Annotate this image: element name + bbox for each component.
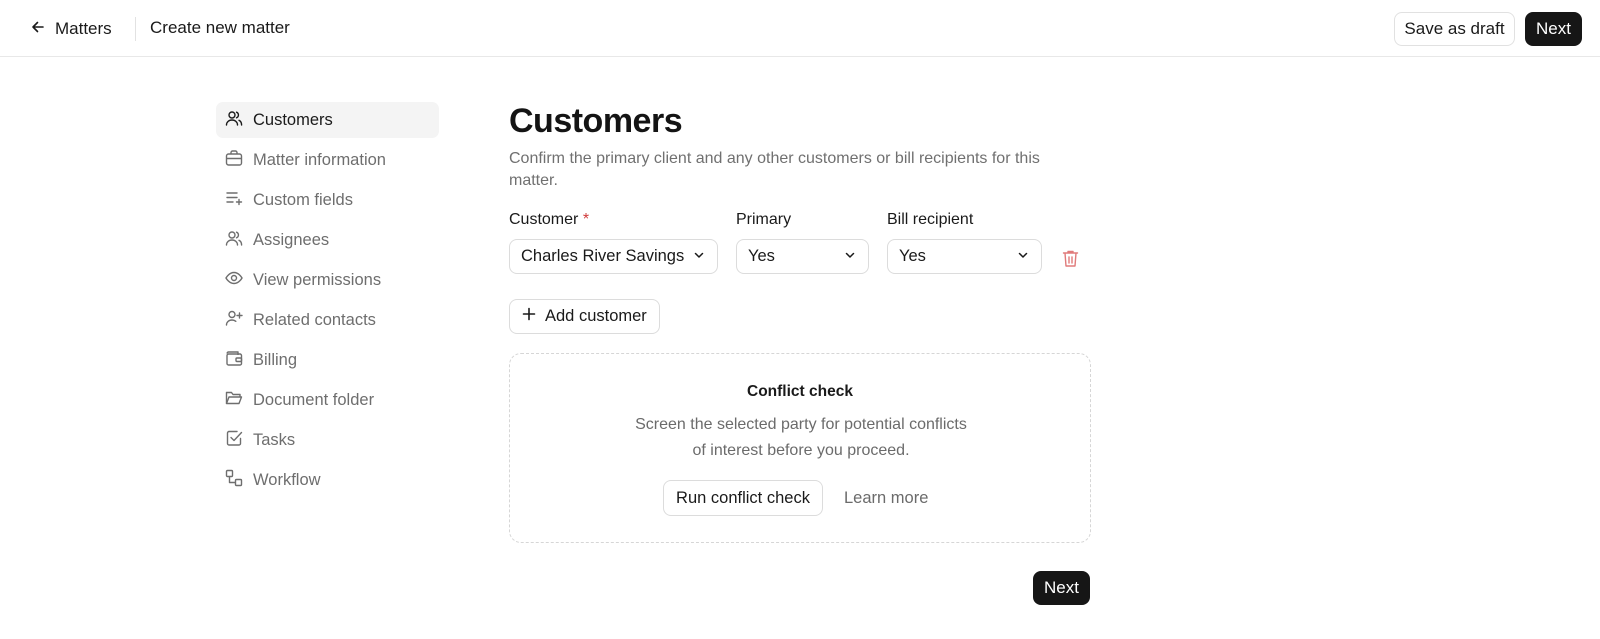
folder-open-icon [225,389,243,412]
next-button-header[interactable]: Next [1525,12,1582,46]
eye-icon [225,269,243,292]
next-button[interactable]: Next [1033,571,1090,605]
primary-select[interactable]: Yes [736,239,869,274]
sidebar-item-label: Custom fields [253,190,353,209]
primary-select-value: Yes [748,247,775,265]
sidebar-item-label: Billing [253,350,298,369]
customer-field-label: Customer * [509,211,589,229]
sidebar-item-label: View permissions [253,270,382,289]
users-icon [225,229,243,252]
sidebar-item-label: Assignees [253,230,330,249]
sidebar-item-customers[interactable]: Customers [216,102,439,138]
page-description: Confirm the primary client and any other… [509,150,1040,189]
learn-more-link[interactable]: Learn more [844,489,928,508]
save-as-draft-button[interactable]: Save as draft [1394,12,1515,46]
bill-recipient-select[interactable]: Yes [887,239,1042,274]
users-icon [225,109,243,132]
briefcase-icon [225,149,243,172]
sidebar-item-related-contacts[interactable]: Related contacts [216,302,439,338]
breadcrumb: Create new matter [150,18,290,37]
back-to-matters-button[interactable]: Matters [22,14,120,44]
customer-select[interactable]: Charles River Savings [509,239,718,274]
chevron-down-icon [844,247,856,266]
chevron-down-icon [1017,247,1029,266]
wallet-icon [225,349,243,372]
sidebar-item-label: Matter information [253,150,386,169]
sidebar-item-billing[interactable]: Billing [216,342,439,378]
run-conflict-check-button[interactable]: Run conflict check [663,480,823,516]
list-plus-icon [225,189,243,212]
top-bar: Matters Create new matter Save as draft … [0,0,1600,57]
add-customer-button[interactable]: Add customer [509,299,660,334]
sidebar-item-label: Related contacts [253,310,376,329]
customer-select-value: Charles River Savings [521,247,685,265]
required-marker: * [582,211,590,228]
chevron-down-icon [693,247,705,266]
conflict-check-title: Conflict check [747,383,853,400]
bill-recipient-field-label: Bill recipient [887,211,974,228]
bill-recipient-select-value: Yes [899,247,926,265]
page-title: Customers [509,102,683,140]
delete-customer-button[interactable] [1060,250,1080,272]
back-label: Matters [55,19,112,38]
arrow-left-icon [30,19,46,40]
sidebar-item-label: Workflow [253,470,321,489]
trash-icon [1062,249,1079,273]
primary-field-label: Primary [736,211,792,228]
section-nav: Customers Matter information Custom fiel… [216,102,439,502]
sidebar-item-label: Document folder [253,390,375,409]
header-divider [135,17,136,41]
sidebar-item-label: Tasks [253,430,296,449]
sidebar-item-tasks[interactable]: Tasks [216,422,439,458]
sidebar-item-custom-fields[interactable]: Custom fields [216,182,439,218]
sidebar-item-matter-information[interactable]: Matter information [216,142,439,178]
conflict-check-panel: Conflict check Screen the selected party… [509,353,1091,543]
workflow-icon [225,469,243,492]
checkbox-icon [225,429,243,452]
sidebar-item-assignees[interactable]: Assignees [216,222,439,258]
sidebar-item-view-permissions[interactable]: View permissions [216,262,439,298]
user-plus-icon [225,309,243,332]
customer-label-text: Customer [509,211,579,228]
sidebar-item-document-folder[interactable]: Document folder [216,382,439,418]
conflict-check-description: Screen the selected party for potential … [635,416,967,459]
plus-icon [522,307,536,326]
add-customer-label: Add customer [545,307,647,325]
sidebar-item-label: Customers [253,110,333,129]
sidebar-item-workflow[interactable]: Workflow [216,462,439,498]
